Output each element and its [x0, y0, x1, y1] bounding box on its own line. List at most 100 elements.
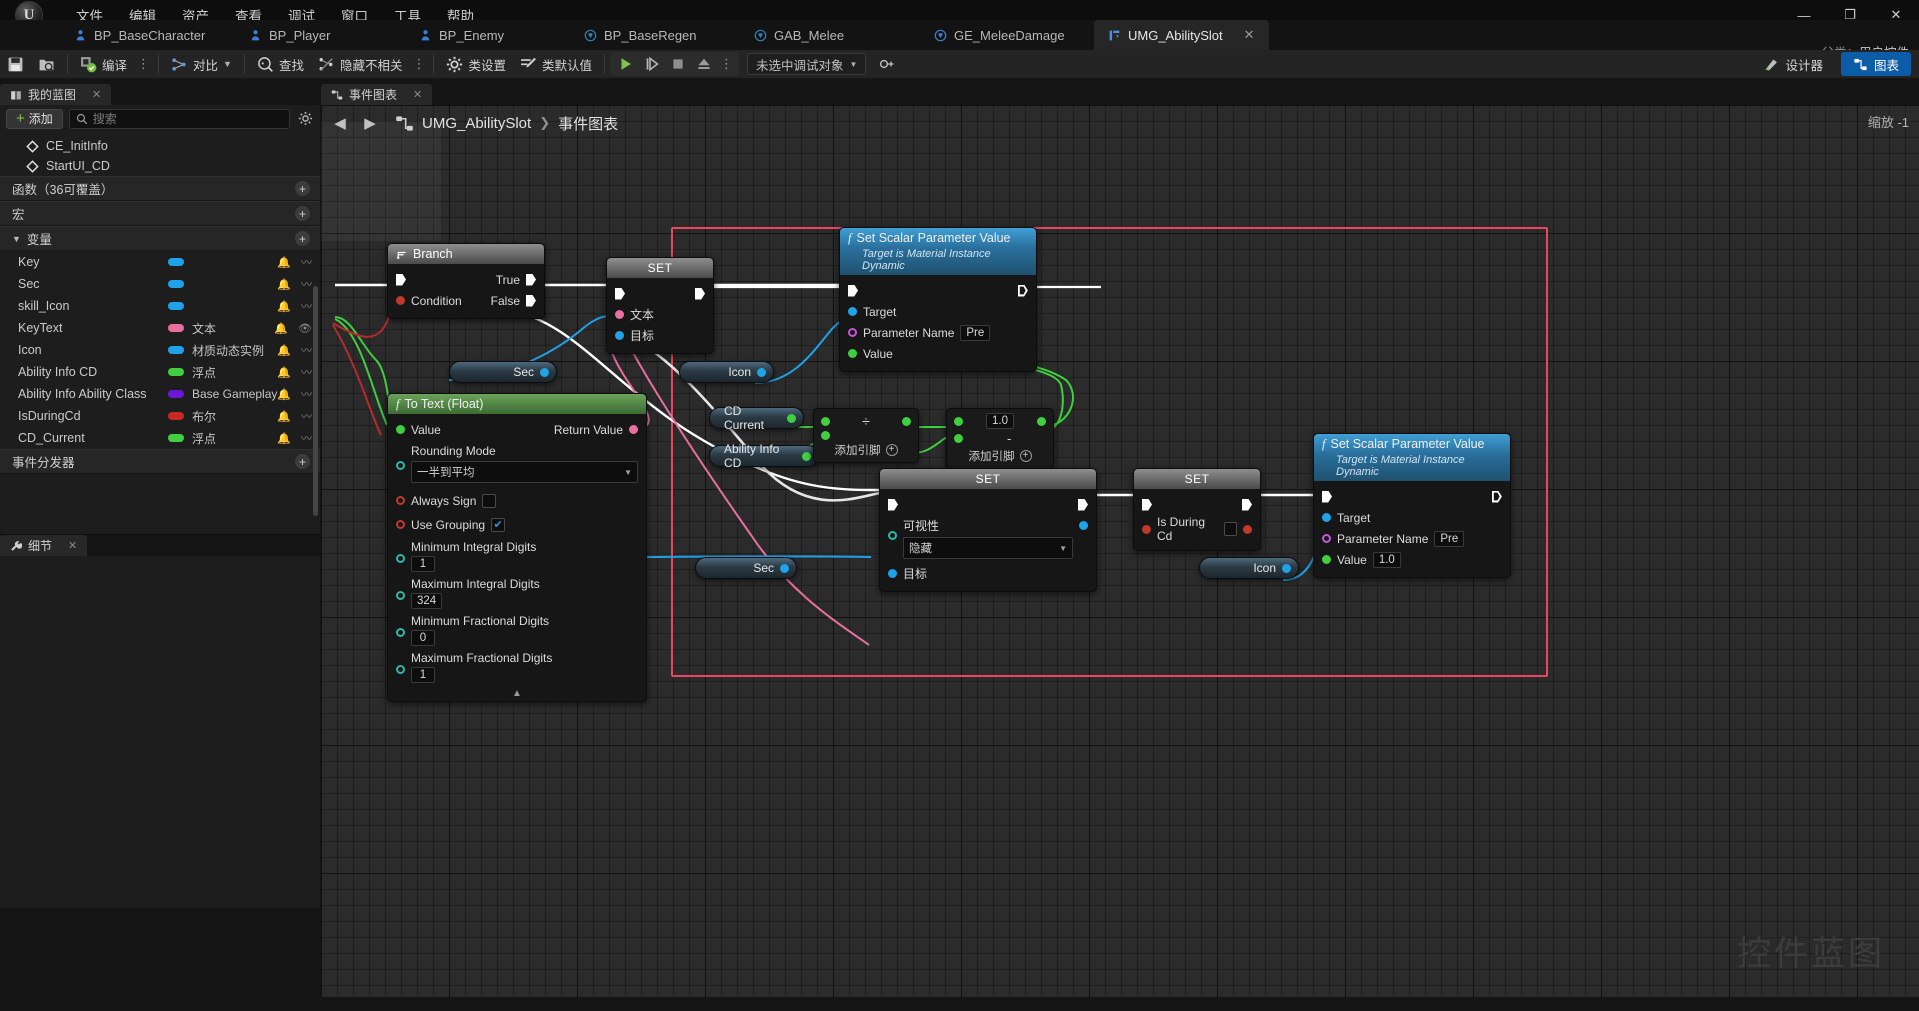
visibility-pin[interactable]	[888, 531, 897, 540]
variable-out-pin[interactable]	[1282, 563, 1291, 573]
variable-out-pin[interactable]	[787, 413, 796, 423]
exec-in-pin[interactable]	[888, 498, 898, 511]
graph-mode-button[interactable]: 图表	[1840, 52, 1911, 76]
chevron-up-icon[interactable]: ▲	[388, 686, 646, 700]
target-pin[interactable]	[848, 307, 857, 316]
tab-umg-abilityslot[interactable]: UMG_AbilitySlot ✕	[1094, 20, 1269, 50]
variable-out-pin[interactable]	[540, 367, 549, 377]
node-variable-icon-2[interactable]: Icon	[1199, 557, 1299, 579]
add-function-button[interactable]: +	[295, 181, 310, 196]
isduringcd-out-pin[interactable]	[1243, 524, 1252, 534]
exec-out-pin[interactable]	[1242, 498, 1252, 511]
wave-icon[interactable]: 〰	[301, 342, 312, 358]
tab-bp-enemy[interactable]: BP_Enemy	[405, 20, 518, 50]
hide-unrelated-options-button[interactable]: ⋮	[409, 57, 428, 71]
rounding-mode-pin[interactable]	[396, 461, 405, 470]
parameter-name-pin[interactable]	[1322, 534, 1331, 543]
bell-icon[interactable]: 🔔	[277, 256, 291, 269]
find-button[interactable]: 查找	[250, 51, 311, 77]
rounding-mode-select[interactable]: 一半到平均 ▼	[411, 461, 638, 483]
tab-my-blueprint[interactable]: 我的蓝图 ✕	[0, 84, 112, 105]
back-button[interactable]: ◀	[329, 112, 351, 134]
close-icon[interactable]: ✕	[413, 88, 422, 101]
node-branch[interactable]: Branch True Condition False	[387, 243, 545, 319]
max-integral-pin[interactable]	[396, 591, 405, 600]
target-pin[interactable]	[615, 331, 624, 340]
eject-button[interactable]	[691, 53, 717, 75]
node-variable-icon-1[interactable]: Icon	[679, 361, 774, 383]
min-integral-pin[interactable]	[396, 554, 405, 563]
add-button[interactable]: + 添加	[6, 108, 63, 129]
use-grouping-pin[interactable]	[396, 520, 405, 529]
search-input[interactable]: 搜索	[68, 108, 290, 129]
divide-input-a-pin[interactable]	[821, 416, 830, 426]
node-variable-ability-info-cd[interactable]: Ability Info CD	[709, 442, 819, 470]
play-options-button[interactable]: ⋮	[717, 57, 736, 71]
bell-icon[interactable]: 🔔	[277, 344, 291, 357]
breadcrumb-leaf[interactable]: 事件图表	[558, 113, 618, 134]
breadcrumb-root[interactable]: UMG_AbilitySlot	[422, 115, 531, 132]
node-set-isduringcd[interactable]: SET Is During Cd	[1133, 468, 1261, 551]
save-button[interactable]	[0, 51, 31, 77]
return-value-pin[interactable]	[629, 425, 638, 434]
node-set-scalar-parameter-2[interactable]: f Set Scalar Parameter Value Target is M…	[1313, 433, 1511, 578]
exec-false-pin[interactable]	[526, 294, 536, 307]
node-set-text[interactable]: SET 文本 目标	[606, 257, 714, 354]
bell-icon[interactable]: 🔔	[277, 388, 291, 401]
tab-details[interactable]: 细节 ✕	[0, 535, 88, 556]
target-pin[interactable]	[1322, 513, 1331, 522]
value-field[interactable]: 1.0	[1372, 551, 1401, 568]
tab-ge-meleedamage[interactable]: GE_MeleeDamage	[920, 20, 1079, 50]
play-button[interactable]	[613, 53, 639, 75]
wave-icon[interactable]: 〰	[301, 386, 312, 402]
exec-in-pin[interactable]	[396, 273, 406, 286]
chevron-down-icon[interactable]: ▼	[12, 234, 21, 244]
variable-row-isduringcd[interactable]: IsDuringCd 布尔 🔔 〰	[0, 405, 320, 427]
compile-button[interactable]: 编译	[73, 51, 134, 77]
node-divide[interactable]: ÷ 添加引脚 +	[813, 408, 919, 463]
always-sign-pin[interactable]	[396, 496, 405, 505]
max-integral-value[interactable]: 324	[411, 593, 443, 609]
variable-row-cd-current[interactable]: CD_Current 浮点 🔔 〰	[0, 427, 320, 449]
section-macros[interactable]: 宏 +	[0, 201, 320, 226]
value-pin[interactable]	[1322, 555, 1331, 564]
use-grouping-checkbox[interactable]: ✔	[491, 517, 506, 532]
add-variable-button[interactable]: +	[295, 231, 310, 246]
designer-mode-button[interactable]: 设计器	[1752, 52, 1835, 76]
tab-bp-player[interactable]: BP_Player	[235, 20, 344, 50]
visibility-select[interactable]: 隐藏 ▼	[903, 537, 1073, 559]
bell-icon[interactable]: 🔔	[274, 322, 288, 335]
section-event-dispatchers[interactable]: 事件分发器 +	[0, 449, 320, 474]
divide-output-pin[interactable]	[902, 416, 911, 426]
subtract-input-b-pin[interactable]	[954, 434, 963, 443]
step-button[interactable]	[639, 53, 665, 75]
close-icon[interactable]: ✕	[68, 539, 77, 552]
subtract-output-pin[interactable]	[1037, 416, 1046, 426]
isduringcd-pin[interactable]	[1142, 524, 1151, 534]
sidebar-scrollbar[interactable]	[313, 286, 318, 516]
bell-icon[interactable]: 🔔	[277, 366, 291, 379]
exec-out-pin[interactable]	[1078, 498, 1088, 511]
eye-icon[interactable]: 👁	[298, 322, 312, 335]
wave-icon[interactable]: 〰	[301, 254, 312, 270]
graph-canvas[interactable]: Branch True Condition False SET 文本 目标 f …	[321, 105, 1919, 1011]
graph-item-ce-initinfo[interactable]: CE_InitInfo	[0, 136, 320, 156]
wave-icon[interactable]: 〰	[301, 408, 312, 424]
bell-icon[interactable]: 🔔	[277, 300, 291, 313]
max-fractional-value[interactable]: 1	[411, 667, 435, 683]
min-fractional-value[interactable]: 0	[411, 630, 435, 646]
add-macro-button[interactable]: +	[295, 206, 310, 221]
section-functions[interactable]: 函数（36可覆盖） +	[0, 176, 320, 201]
browse-content-button[interactable]	[31, 51, 62, 77]
bell-icon[interactable]: 🔔	[277, 432, 291, 445]
condition-pin[interactable]	[396, 296, 405, 305]
wave-icon[interactable]: 〰	[301, 364, 312, 380]
variable-row-icon[interactable]: Icon 材质动态实例 🔔 〰	[0, 339, 320, 361]
parameter-name-value[interactable]: Pre	[1434, 530, 1465, 547]
variable-row-keytext[interactable]: KeyText 文本 🔔 👁	[0, 317, 320, 339]
variable-row-ability-info-cd[interactable]: Ability Info CD 浮点 🔔 〰	[0, 361, 320, 383]
value-pin[interactable]	[848, 349, 857, 358]
target-pin[interactable]	[888, 569, 897, 578]
tab-bp-basecharacter[interactable]: BP_BaseCharacter	[60, 20, 219, 50]
bell-icon[interactable]: 🔔	[277, 410, 291, 423]
